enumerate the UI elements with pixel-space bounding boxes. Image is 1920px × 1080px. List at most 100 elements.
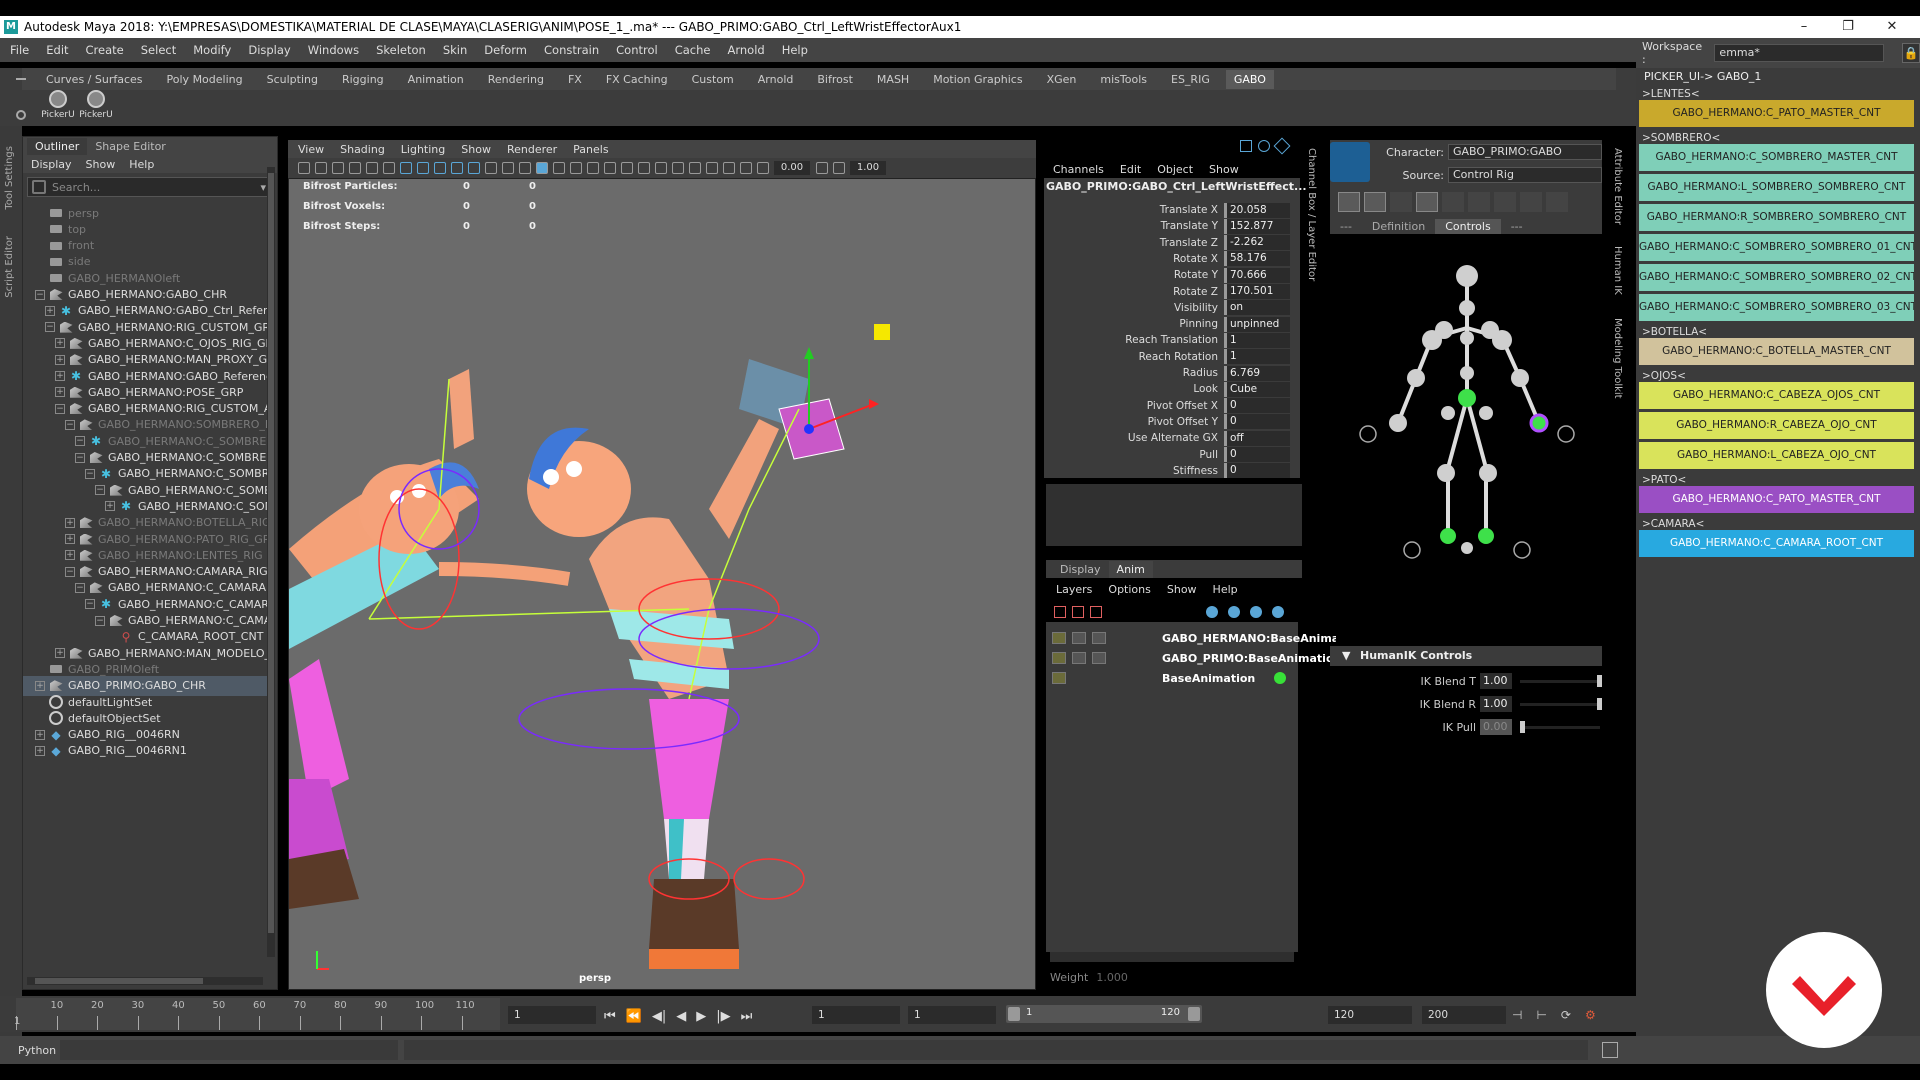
expand-icon[interactable]: +	[65, 517, 75, 528]
play-backward-icon[interactable]: ◀	[676, 1009, 686, 1024]
menu-cache[interactable]: Cache	[675, 43, 711, 57]
channel-box-side-tab[interactable]: Channel Box / Layer Editor	[1306, 148, 1317, 281]
outliner-item[interactable]: + ◆ GABO_RIG__0046RN1	[23, 741, 267, 761]
expand-icon[interactable]: +	[35, 745, 45, 756]
channel-name[interactable]: Translate Z	[1044, 237, 1224, 249]
channel-value[interactable]: 0	[1224, 447, 1290, 462]
lock-icon[interactable]	[1052, 632, 1066, 644]
shelf-tab-mistools[interactable]: misTools	[1100, 73, 1147, 86]
anim-layer-name[interactable]: GABO_PRIMO:BaseAnimation	[1162, 652, 1341, 665]
menu-windows[interactable]: Windows	[308, 43, 359, 57]
tab-display[interactable]: Display	[1052, 561, 1109, 578]
channel-name[interactable]: Stiffness	[1044, 465, 1224, 477]
tab-shape-editor[interactable]: Shape Editor	[87, 138, 174, 155]
lock-icon[interactable]: 🔒	[1902, 43, 1920, 63]
shelf-tab-fx[interactable]: FX	[568, 73, 582, 86]
character-dropdown[interactable]: GABO_PRIMO:GABO	[1448, 144, 1602, 160]
menu-create[interactable]: Create	[86, 43, 124, 57]
channel-name[interactable]: Translate X	[1044, 204, 1224, 216]
viewport-tool-icon[interactable]	[833, 162, 845, 174]
render-icon[interactable]	[1258, 140, 1270, 152]
expand-icon[interactable]: +	[55, 387, 65, 398]
chevron-down-icon[interactable]: ▾	[260, 181, 266, 194]
channel-value[interactable]: 70.666	[1224, 267, 1290, 283]
shelf-tab-poly-modeling[interactable]: Poly Modeling	[167, 73, 243, 86]
channel-row[interactable]: Translate Z -2.262	[1044, 235, 1300, 251]
remove-layer-icon[interactable]	[1090, 606, 1102, 618]
channel-name[interactable]: Translate Y	[1044, 220, 1224, 232]
collapse-icon[interactable]: −	[85, 468, 95, 479]
exposure-field[interactable]: 0.00	[774, 161, 810, 175]
channel-value[interactable]: on	[1224, 300, 1290, 316]
loop-icon[interactable]: ⟳	[1561, 1008, 1571, 1022]
expand-icon[interactable]: +	[65, 550, 75, 561]
shelf-tab-custom[interactable]: Custom	[692, 73, 734, 86]
shelf-tab-mash[interactable]: MASH	[877, 73, 909, 86]
script-editor-tab[interactable]: Script Editor	[4, 236, 15, 298]
channel-value[interactable]: 20.058	[1224, 202, 1290, 218]
expand-icon[interactable]: +	[65, 534, 75, 544]
channel-menu-channels[interactable]: Channels	[1053, 163, 1104, 176]
gamma-field[interactable]: 1.00	[850, 161, 886, 175]
human-ik-side-tab[interactable]: Human IK	[1612, 246, 1623, 295]
channel-value[interactable]: 170.501	[1224, 284, 1290, 299]
expand-icon[interactable]: +	[35, 680, 45, 691]
tab-dash-right[interactable]: ---	[1501, 219, 1533, 234]
humanik-control-value[interactable]: 1.00	[1480, 673, 1512, 689]
tab-controls[interactable]: Controls	[1435, 218, 1501, 234]
picker-control-button[interactable]: GABO_HERMANO:C_CAMARA_ROOT_CNT	[1639, 530, 1914, 557]
source-dropdown[interactable]: Control Rig	[1448, 167, 1602, 183]
shelf-tab-rendering[interactable]: Rendering	[488, 73, 544, 86]
collapse-arrow-icon[interactable]: ▼	[1342, 646, 1350, 666]
viewport-menu-shading[interactable]: Shading	[340, 143, 385, 156]
anim-layer-row[interactable]: GABO_PRIMO:BaseAnimation	[1046, 648, 1341, 668]
weight-value[interactable]: 1.000	[1096, 971, 1128, 984]
tab-dash-left[interactable]: ---	[1330, 219, 1362, 234]
viewport-tool-icon[interactable]	[451, 162, 463, 174]
channel-row[interactable]: Pull 0	[1044, 447, 1300, 463]
channel-name[interactable]: Look	[1044, 383, 1224, 395]
viewport-tool-icon[interactable]	[332, 162, 344, 174]
channel-row[interactable]: Reach Rotation 1	[1044, 349, 1300, 365]
channel-name[interactable]: Pivot Offset X	[1044, 400, 1224, 412]
channel-name[interactable]: Pivot Offset Y	[1044, 416, 1224, 428]
shelf-tab-sculpting[interactable]: Sculpting	[267, 73, 318, 86]
select-effector-icon[interactable]	[1338, 192, 1360, 212]
viewport-tool-icon[interactable]	[417, 162, 429, 174]
expand-icon[interactable]: +	[55, 338, 65, 349]
shelf-tab-gabo[interactable]: GABO	[1225, 69, 1274, 89]
script-editor-icon[interactable]	[1602, 1042, 1618, 1058]
menu-arnold[interactable]: Arnold	[727, 43, 764, 57]
viewport-tool-icon[interactable]	[689, 162, 701, 174]
picker-control-button[interactable]: GABO_HERMANO:C_PATO_MASTER_CNT	[1639, 100, 1914, 127]
outliner-menu-display[interactable]: Display	[31, 158, 72, 171]
humanik-control-value[interactable]: 0.00	[1480, 719, 1512, 735]
viewport-menu-show[interactable]: Show	[461, 143, 491, 156]
channel-row[interactable]: Visibility on	[1044, 300, 1300, 316]
viewport-tool-icon[interactable]	[315, 162, 327, 174]
channel-value[interactable]: 6.769	[1224, 365, 1290, 381]
viewport-tool-icon[interactable]	[655, 162, 667, 174]
viewport-tool-icon[interactable]	[723, 162, 735, 174]
move-layer-down-icon[interactable]	[1228, 606, 1240, 618]
menu-constrain[interactable]: Constrain	[544, 43, 599, 57]
selection-icon[interactable]	[1442, 192, 1464, 212]
slider-handle[interactable]	[1597, 697, 1602, 710]
channel-value[interactable]: 1	[1224, 349, 1290, 365]
viewport-tool-icon[interactable]	[740, 162, 752, 174]
shelf-tab-es-rig[interactable]: ES_RIG	[1171, 73, 1210, 86]
humanik-figure[interactable]	[1336, 238, 1602, 644]
menu-help[interactable]: Help	[782, 43, 808, 57]
collapse-icon[interactable]: −	[35, 289, 45, 300]
viewport-tool-icon[interactable]	[757, 162, 769, 174]
humanik-controls-header[interactable]: ▼ HumanIK Controls	[1330, 646, 1602, 666]
channel-value[interactable]: 0	[1224, 398, 1290, 414]
command-input[interactable]	[60, 1040, 398, 1060]
ghost-icon[interactable]	[1092, 652, 1106, 664]
collapse-icon[interactable]: −	[95, 485, 105, 496]
anim-layer-name[interactable]: GABO_HERMANO:BaseAnimation	[1162, 632, 1364, 645]
mute-icon[interactable]	[1072, 632, 1086, 644]
layer-menu-layers[interactable]: Layers	[1056, 583, 1092, 596]
step-back-frame-icon[interactable]: ◀|	[652, 1009, 666, 1024]
anim-layer-row[interactable]: BaseAnimation	[1046, 668, 1298, 688]
